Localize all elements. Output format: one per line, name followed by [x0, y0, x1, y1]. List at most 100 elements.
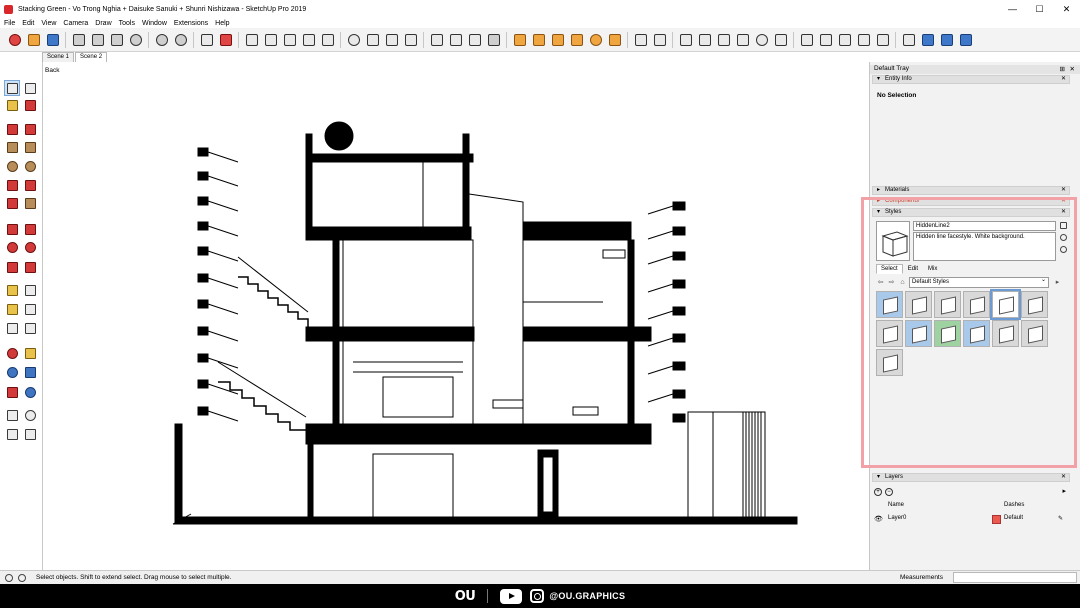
- iso-view-icon[interactable]: [919, 31, 936, 48]
- style-thumb[interactable]: [963, 320, 990, 347]
- section-plane-tool-icon[interactable]: [23, 427, 37, 441]
- extension-warehouse-icon[interactable]: [300, 31, 317, 48]
- geo-location-icon[interactable]: [5, 573, 13, 582]
- section-display-icon[interactable]: [447, 31, 464, 48]
- model-viewport[interactable]: Back: [42, 62, 869, 570]
- rectangle-icon[interactable]: [5, 140, 19, 154]
- follow-me-icon[interactable]: [855, 31, 872, 48]
- close-button[interactable]: ✕: [1053, 0, 1080, 18]
- style-thumb[interactable]: [1021, 291, 1048, 318]
- components-panel-header[interactable]: Components ✕: [872, 197, 1070, 206]
- instructor-info-icon[interactable]: [18, 573, 26, 582]
- open-folder-icon[interactable]: [25, 31, 42, 48]
- style-thumb[interactable]: [876, 349, 903, 376]
- back-arrow-icon[interactable]: ⇦: [876, 278, 885, 287]
- move-icon[interactable]: [5, 222, 19, 236]
- menu-file[interactable]: File: [4, 20, 15, 27]
- axes-icon[interactable]: [900, 31, 917, 48]
- line-pencil-icon[interactable]: [5, 122, 19, 136]
- walk-tool-icon[interactable]: [5, 427, 19, 441]
- add-detail-icon[interactable]: [606, 31, 623, 48]
- axes-tool-icon[interactable]: [5, 321, 19, 335]
- dimension-icon[interactable]: [23, 283, 37, 297]
- new-model-icon[interactable]: [6, 31, 23, 48]
- save-icon[interactable]: [44, 31, 61, 48]
- menu-extensions[interactable]: Extensions: [174, 20, 208, 27]
- grid-icon[interactable]: [402, 31, 419, 48]
- tab-scene-2[interactable]: Scene 2: [75, 52, 108, 62]
- style-thumb[interactable]: [934, 320, 961, 347]
- sandbox-from-scratch-icon[interactable]: [530, 31, 547, 48]
- menu-help[interactable]: Help: [215, 20, 229, 27]
- section-plane-icon[interactable]: [428, 31, 445, 48]
- warehouse-icon[interactable]: [243, 31, 260, 48]
- xray-icon[interactable]: [677, 31, 694, 48]
- style-thumb[interactable]: [876, 320, 903, 347]
- eraser-icon[interactable]: [23, 98, 37, 112]
- lock-icon[interactable]: [485, 31, 502, 48]
- redo-icon[interactable]: [172, 31, 189, 48]
- create-style-icon[interactable]: [1060, 234, 1067, 241]
- tab-select[interactable]: Select: [876, 264, 903, 274]
- zoom-window-icon[interactable]: [23, 365, 37, 379]
- pan-icon[interactable]: [23, 346, 37, 360]
- style-name-field[interactable]: HiddenLine2: [913, 221, 1056, 231]
- push-pull-icon[interactable]: [23, 222, 37, 236]
- panel-close-icon[interactable]: ✕: [1061, 198, 1066, 205]
- panel-close-icon[interactable]: ✕: [1061, 474, 1066, 481]
- menu-draw[interactable]: Draw: [95, 20, 111, 27]
- rotate-icon[interactable]: [5, 240, 19, 254]
- back-edges-icon[interactable]: [696, 31, 713, 48]
- delete-layer-button[interactable]: −: [885, 488, 893, 496]
- panel-close-icon[interactable]: ✕: [1061, 76, 1066, 83]
- measurements-input[interactable]: [953, 572, 1077, 583]
- print-icon[interactable]: [198, 31, 215, 48]
- zoom-icon[interactable]: [5, 365, 19, 379]
- pencil-edit-icon[interactable]: ✎: [1058, 515, 1063, 522]
- layers-details-arrow-icon[interactable]: ▸: [1062, 487, 1066, 495]
- circle-icon[interactable]: [5, 159, 19, 173]
- section-fill-icon[interactable]: [466, 31, 483, 48]
- front-view-icon[interactable]: [957, 31, 974, 48]
- menu-tools[interactable]: Tools: [119, 20, 135, 27]
- forward-arrow-icon[interactable]: ⇨: [887, 278, 896, 287]
- monochrome-icon[interactable]: [772, 31, 789, 48]
- cut-icon[interactable]: [70, 31, 87, 48]
- position-camera-icon[interactable]: [798, 31, 815, 48]
- style-thumb[interactable]: [963, 291, 990, 318]
- tab-mix[interactable]: Mix: [923, 264, 942, 274]
- model-info-icon[interactable]: [217, 31, 234, 48]
- look-around-icon[interactable]: [836, 31, 853, 48]
- position-camera-tool-icon[interactable]: [5, 408, 19, 422]
- paint-bucket-icon[interactable]: [5, 98, 19, 112]
- sandbox-from-contours-icon[interactable]: [511, 31, 528, 48]
- look-around-tool-icon[interactable]: [23, 408, 37, 422]
- copy-icon[interactable]: [89, 31, 106, 48]
- scale-icon[interactable]: [5, 260, 19, 274]
- style-thumb[interactable]: [905, 320, 932, 347]
- close-icon[interactable]: ✕: [1070, 65, 1075, 73]
- tab-edit[interactable]: Edit: [903, 264, 923, 274]
- lock-style-icon[interactable]: [1060, 222, 1067, 229]
- protractor-icon[interactable]: [5, 302, 19, 316]
- follow-me-tool-icon[interactable]: [23, 240, 37, 254]
- layers-panel-header[interactable]: Layers ✕: [872, 473, 1070, 482]
- style-thumb[interactable]: [1021, 320, 1048, 347]
- entity-info-panel-header[interactable]: Entity Info ✕: [872, 75, 1070, 84]
- paste-icon[interactable]: [108, 31, 125, 48]
- minimize-button[interactable]: —: [999, 0, 1026, 18]
- freehand-icon[interactable]: [23, 122, 37, 136]
- style-thumb[interactable]: [876, 291, 903, 318]
- maximize-button[interactable]: ☐: [1026, 0, 1053, 18]
- details-arrow-icon[interactable]: ▸: [1053, 278, 1062, 287]
- photo-textures-icon[interactable]: [383, 31, 400, 48]
- styles-library-select[interactable]: Default Styles: [909, 276, 1049, 288]
- layer-row[interactable]: 👁 Layer0 Default ✎: [874, 514, 1069, 525]
- wireframe-icon[interactable]: [715, 31, 732, 48]
- 3d-text-icon[interactable]: [23, 321, 37, 335]
- shaded-icon[interactable]: [753, 31, 770, 48]
- polygon-icon[interactable]: [23, 159, 37, 173]
- eye-visibility-icon[interactable]: 👁: [874, 515, 883, 523]
- three-point-arc-icon[interactable]: [5, 196, 19, 210]
- drape-icon[interactable]: [587, 31, 604, 48]
